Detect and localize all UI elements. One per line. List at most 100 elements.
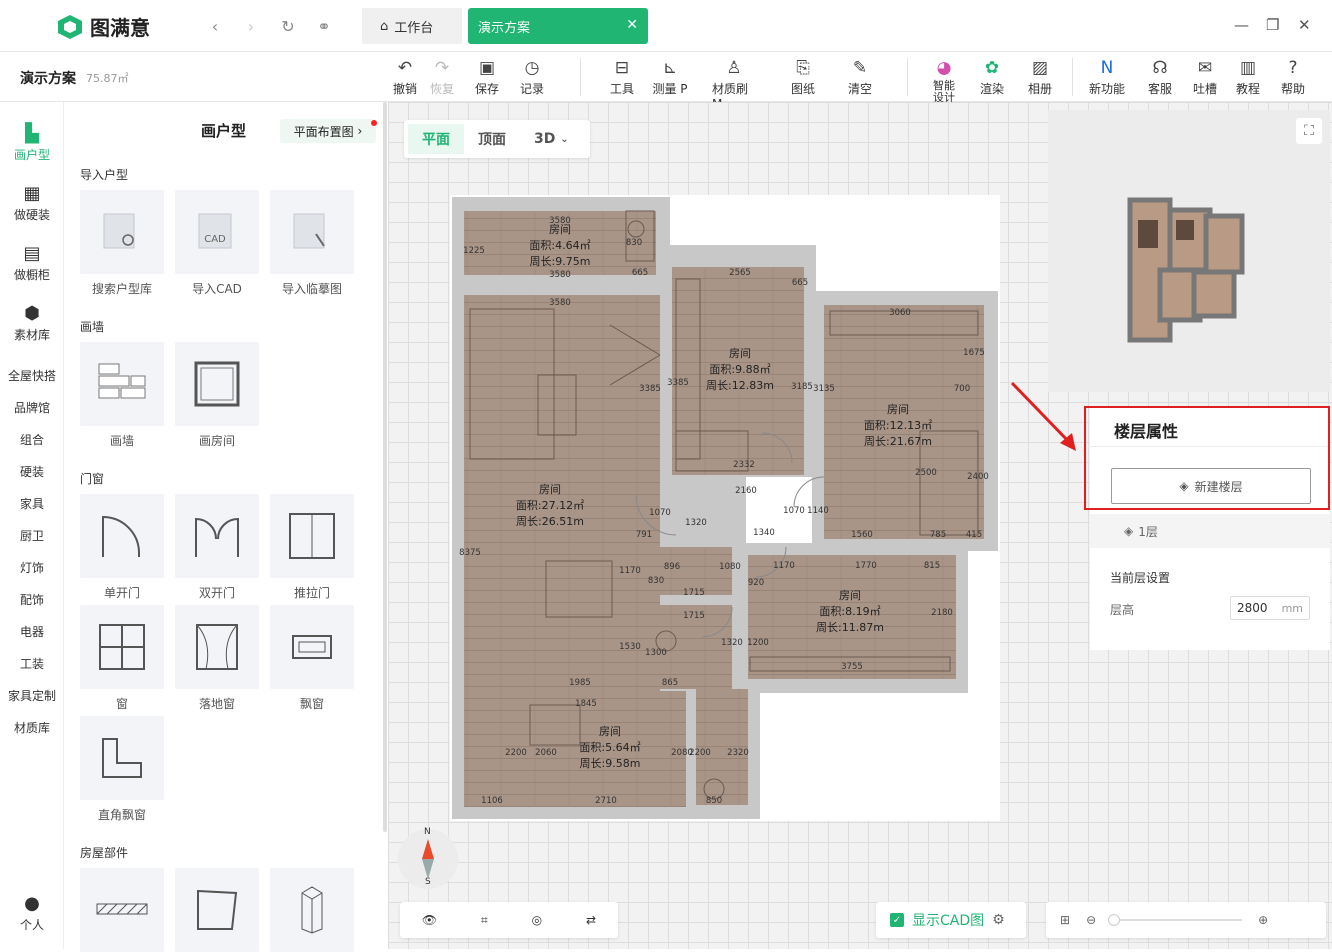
tab-demo-label: 演示方案 [478,20,531,36]
nav-item[interactable]: 硬装 [0,463,64,480]
room-perim: 周长:9.75m [530,255,591,268]
zoom-slider[interactable] [1108,914,1243,926]
history-icon: ◷ [524,58,540,78]
nav-user[interactable]: ● 个人 [0,892,64,933]
floorplan[interactable]: 房间面积:4.64㎡周长:9.75m房间面积:9.88㎡周长:12.83m房间面… [450,195,1010,821]
dimension-label: 2160 [735,486,757,496]
toolbar-clear-button[interactable]: ✎ 清空 [838,56,882,97]
toolbar-new-feature-button[interactable]: N 新功能 [1085,56,1129,97]
nav-item[interactable]: 工装 [0,655,64,672]
toolbar-ruler-button[interactable]: ⊾ 测量 P [648,56,692,97]
toolbar-toolbox-button[interactable]: ⊟ 工具 [600,56,644,97]
chart-icon[interactable]: ◎ [532,913,542,927]
import-cad-card[interactable]: CAD [175,190,259,274]
beam-card[interactable] [80,868,164,952]
nav-item[interactable]: 灯饰 [0,559,64,576]
nav-item[interactable]: 组合 [0,431,64,448]
nav-materials[interactable]: ⬢ 素材库 [0,302,64,343]
sliding-door-card[interactable] [270,494,354,578]
view-ceiling[interactable]: 顶面 [464,124,520,154]
toolbar-history-button[interactable]: ◷ 记录 [510,56,554,97]
pillar-card[interactable] [270,868,354,952]
new-floor-button[interactable]: ◈ 新建楼层 [1111,468,1311,504]
wall-panel-card[interactable] [175,868,259,952]
floor-item[interactable]: ◈ 1层 [1090,514,1330,548]
design-canvas[interactable]: 平面 顶面 3D ⌄ 房间 面积:4.64㎡ 周长:9.75m 房间 面积:9.… [388,102,1332,949]
toolbar-album-button[interactable]: ▨ 相册 [1018,56,1062,97]
zoom-out-icon[interactable]: ⊖ [1086,913,1096,927]
toolbar-feedback-button[interactable]: ✉ 吐槽 [1183,56,1227,97]
toolbar-help-button[interactable]: ? 帮助 [1271,56,1315,97]
checkbox-checked-icon[interactable]: ✓ [890,913,904,927]
frame-icon[interactable]: ⌗ [481,913,488,928]
tab-workbench[interactable]: ⌂ 工作台 [362,8,462,44]
toolbar-book-button[interactable]: ▥ 教程 [1226,56,1270,97]
nav-item[interactable]: 配饰 [0,591,64,608]
window-card[interactable] [80,605,164,689]
eye-icon[interactable]: 👁 [422,913,437,927]
forward-icon[interactable]: › [239,14,263,38]
single-door-card[interactable] [80,494,164,578]
nav-hard-decor[interactable]: ▦ 做硬装 [0,182,64,223]
dimension-label: 2200 [505,748,527,758]
view-3d[interactable]: 3D ⌄ [520,124,583,154]
nav-item[interactable]: 材质库 [0,719,64,736]
restore-icon[interactable]: ❐ [1266,16,1279,34]
show-cad-toggle[interactable]: ✓ 显示CAD图 ⚙ [876,902,1026,938]
bay-window-card[interactable] [270,605,354,689]
search-floorplan-card[interactable] [80,190,164,274]
expand-icon[interactable]: ⛶ [1296,118,1322,144]
draw-room-card[interactable] [175,342,259,426]
nav-item[interactable]: 家具 [0,495,64,512]
nav-cabinet[interactable]: ▤ 做橱柜 [0,242,64,283]
nav-item[interactable]: 家具定制 [0,687,64,704]
draw-wall-card[interactable] [80,342,164,426]
toolbar-redo-button[interactable]: ↷ 恢复 [420,56,464,97]
swap-icon[interactable]: ⇄ [586,913,596,927]
3d-minimap[interactable]: ⛶ [1048,110,1330,392]
refresh-icon[interactable]: ↻ [276,14,300,38]
zoom-in-icon[interactable]: ⊕ [1258,913,1268,927]
toolbar-drawing-button[interactable]: ⎘ 图纸 [781,56,825,97]
close-tab-icon[interactable]: ✕ [626,17,638,33]
toolbar-render-button[interactable]: ✿ 渲染 [970,56,1014,97]
toolbar-headset-button[interactable]: ☊ 客服 [1138,56,1182,97]
toolbar-label: 教程 [1235,82,1260,96]
toolbar-save-button[interactable]: ▣ 保存 [465,56,509,97]
tab-demo-plan[interactable]: 演示方案 ✕ [468,8,648,44]
floor-height-value: 2800 [1237,601,1268,615]
fit-view-icon[interactable]: ⊞ [1060,913,1070,927]
back-icon[interactable]: ‹ [203,14,227,38]
catalog-scrollbar[interactable] [383,102,387,832]
dimension-label: 2710 [595,796,617,806]
nav-item[interactable]: 电器 [0,623,64,640]
corner-bay-window-card[interactable] [80,716,164,800]
toolbar-label: 智能设计 [933,79,955,104]
nav-item[interactable]: 厨卫 [0,527,64,544]
link-icon[interactable]: ⚭ [312,14,336,38]
minimize-icon[interactable]: — [1234,16,1249,34]
nav-draw-floorplan[interactable]: ▙ 画户型 [0,122,64,163]
nav-item[interactable]: 全屋快搭 [0,367,64,384]
room-area: 面积:27.12㎡ [516,499,584,512]
dimension-label: 920 [748,578,764,588]
dimension-label: 1140 [807,506,829,516]
import-sketch-card[interactable] [270,190,354,274]
undo-icon: ↶ [397,58,413,78]
toolbar-divider [1072,58,1073,96]
floor-height-input[interactable]: 2800 mm [1230,596,1310,620]
french-window-card[interactable] [175,605,259,689]
dimension-label: 2332 [733,460,755,470]
double-door-card[interactable] [175,494,259,578]
room-area: 面积:12.13㎡ [864,419,932,432]
close-window-icon[interactable]: ✕ [1298,16,1311,34]
zoom-handle[interactable] [1108,914,1121,926]
compass[interactable]: N S [398,827,458,889]
nav-item[interactable]: 品牌馆 [0,399,64,416]
view-plan[interactable]: 平面 [408,124,464,154]
toolbar-ai-design-button[interactable]: ◕ 智能设计 [922,56,966,104]
catalog-title: 画户型 [201,122,247,140]
settings-gear-icon[interactable]: ⚙ [992,912,1005,928]
section-wall: 画墙 [80,320,105,334]
plan-layout-button[interactable]: 平面布置图 › [280,119,376,143]
